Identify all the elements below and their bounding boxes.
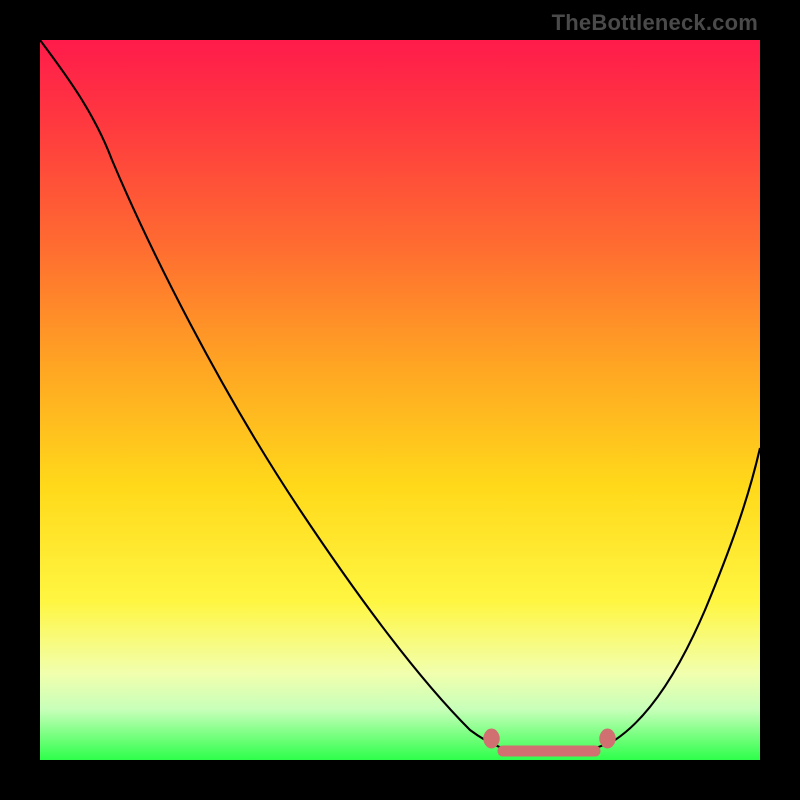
valley-marker-bar (498, 746, 600, 756)
valley-marker-left (484, 729, 500, 748)
valley-marker-right (600, 729, 616, 748)
attribution-text: TheBottleneck.com (552, 10, 758, 36)
bottleneck-curve (40, 40, 760, 760)
plot-area (40, 40, 760, 760)
chart-frame: TheBottleneck.com (0, 0, 800, 800)
